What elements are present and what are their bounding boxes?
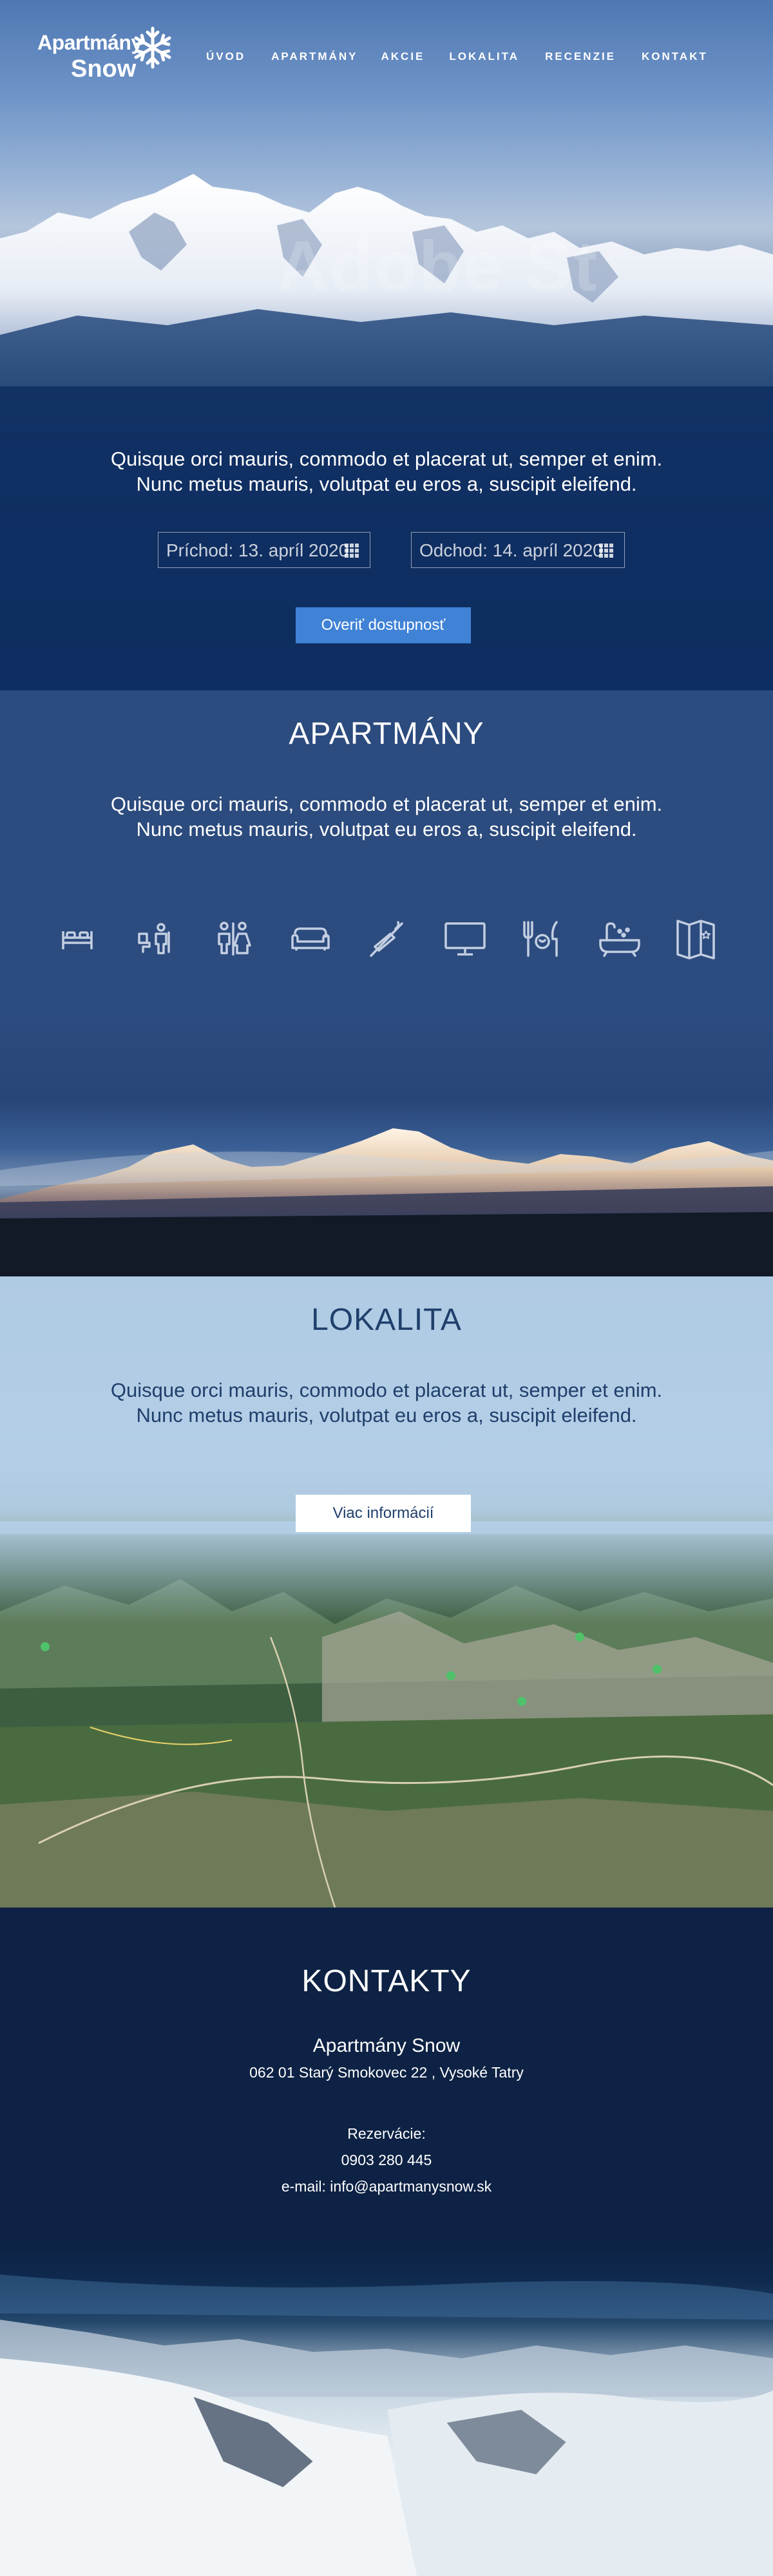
nav-item-uvod[interactable]: ÚVOD bbox=[206, 50, 245, 66]
kontakty-section: KONTAKTY Apartmány Snow 062 01 Starý Smo… bbox=[0, 1908, 773, 2576]
hero-lead-line2: Nunc metus mauris, volutpat eu eros a, s… bbox=[136, 473, 637, 495]
check-availability-button[interactable]: Overiť dostupnosť bbox=[296, 607, 471, 643]
kontakty-title: KONTAKTY bbox=[301, 1964, 472, 1998]
bed-icon bbox=[52, 914, 103, 963]
apartmany-lead-line2: Nunc metus mauris, volutpat eu eros a, s… bbox=[136, 818, 637, 840]
stock-watermark: Adobe St bbox=[277, 227, 598, 306]
hero-section: Adobe St Apartmány Snow ÚVOD APARTMÁNY A… bbox=[0, 0, 773, 690]
arrival-date-value: Príchod: 13. apríl 2020 bbox=[166, 540, 349, 560]
calendar-icon[interactable] bbox=[344, 543, 359, 558]
apartmany-section: APARTMÁNY Quisque orci mauris, commodo e… bbox=[0, 690, 773, 1276]
dining-icon bbox=[517, 914, 568, 963]
apartmany-lead-line1: Quisque orci mauris, commodo et placerat… bbox=[110, 793, 663, 815]
no-smoking-icon bbox=[362, 914, 414, 963]
lokalita-lead-line2: Nunc metus mauris, volutpat eu eros a, s… bbox=[136, 1404, 637, 1426]
lokalita-lead-line1: Quisque orci mauris, commodo et placerat… bbox=[110, 1379, 663, 1401]
lokalita-title: LOKALITA bbox=[311, 1303, 462, 1337]
brand-logo[interactable]: Apartmány Snow bbox=[37, 24, 176, 89]
contact-email[interactable]: e-mail: info@apartmanysnow.sk bbox=[0, 2178, 773, 2195]
top-menu: ÚVOD APARTMÁNY AKCIE LOKALITA RECENZIE K… bbox=[206, 50, 708, 66]
calendar-icon[interactable] bbox=[598, 543, 614, 558]
mountain-sunset-image bbox=[0, 1128, 773, 1276]
hero-lead-line1: Quisque orci mauris, commodo et placerat… bbox=[110, 448, 663, 470]
departure-date-field[interactable]: Odchod: 14. apríl 2020 bbox=[411, 532, 625, 568]
nav-item-kontakt[interactable]: KONTAKT bbox=[642, 50, 708, 66]
departure-date-value: Odchod: 14. apríl 2020 bbox=[419, 540, 603, 560]
brand-line2: Snow bbox=[71, 55, 137, 82]
more-info-button[interactable]: Viac informácií bbox=[296, 1495, 471, 1532]
snowflake-icon bbox=[134, 26, 171, 69]
bathtub-icon bbox=[594, 914, 645, 963]
amenities-row bbox=[58, 914, 721, 966]
nav-item-recenzie[interactable]: RECENZIE bbox=[545, 50, 616, 66]
main-navigation: Apartmány Snow ÚVOD APARTMÁNY AKCIE LOKA… bbox=[0, 0, 773, 116]
shower-toilet-icon bbox=[130, 914, 182, 963]
winter-mountain-image bbox=[0, 2275, 773, 2576]
satellite-map-image[interactable] bbox=[0, 1276, 773, 1908]
arrival-date-field[interactable]: Príchod: 13. apríl 2020 bbox=[158, 532, 370, 568]
contact-phone[interactable]: 0903 280 445 bbox=[0, 2152, 773, 2169]
sofa-icon bbox=[285, 914, 336, 963]
nav-item-akcie[interactable]: AKCIE bbox=[381, 50, 425, 66]
wc-icon bbox=[207, 914, 259, 963]
reservations-label: Rezervácie: bbox=[347, 2125, 426, 2142]
lokalita-section: LOKALITA Quisque orci mauris, commodo et… bbox=[0, 1276, 773, 1908]
brand-line1: Apartmány bbox=[37, 31, 142, 54]
nav-item-apartmany[interactable]: APARTMÁNY bbox=[271, 50, 358, 66]
nav-item-lokalita[interactable]: LOKALITA bbox=[449, 50, 519, 66]
map-icon bbox=[671, 914, 723, 963]
contact-address: 062 01 Starý Smokovec 22 , Vysoké Tatry bbox=[249, 2064, 524, 2081]
contact-name: Apartmány Snow bbox=[312, 2035, 461, 2056]
apartmany-title: APARTMÁNY bbox=[289, 717, 484, 751]
tv-icon bbox=[439, 914, 491, 963]
